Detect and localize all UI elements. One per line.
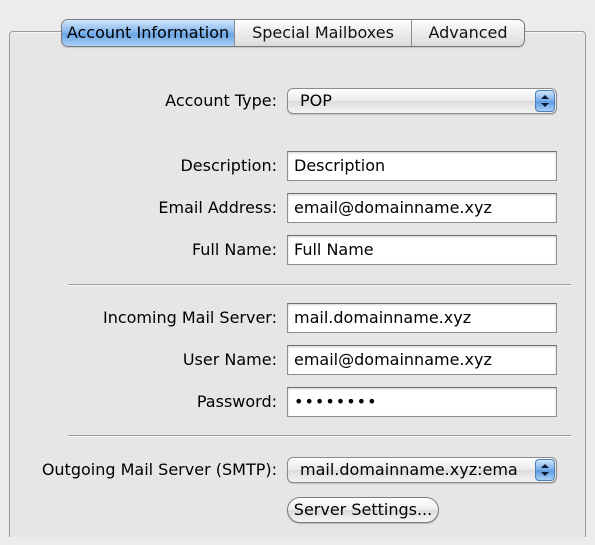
- outgoing-server-label: Outgoing Mail Server (SMTP):: [41, 460, 277, 479]
- outgoing-server-popup[interactable]: mail.domainname.xyz:ema: [287, 457, 557, 483]
- password-field[interactable]: ••••••••: [287, 387, 557, 417]
- tab-account-information[interactable]: Account Information: [62, 20, 234, 46]
- description-field[interactable]: Description: [287, 151, 557, 181]
- account-type-value: POP: [300, 91, 332, 110]
- email-address-field[interactable]: email@domainname.xyz: [287, 193, 557, 223]
- separator: [68, 435, 571, 437]
- outgoing-server-value: mail.domainname.xyz:ema: [300, 460, 518, 479]
- description-label: Description:: [180, 156, 277, 175]
- account-type-popup[interactable]: POP: [287, 88, 557, 114]
- account-type-label: Account Type:: [165, 91, 277, 110]
- tab-advanced[interactable]: Advanced: [411, 20, 524, 46]
- incoming-server-label: Incoming Mail Server:: [102, 308, 277, 327]
- server-settings-button[interactable]: Server Settings...: [287, 497, 439, 523]
- popup-arrows-icon: [535, 90, 555, 112]
- full-name-label: Full Name:: [191, 240, 277, 259]
- user-name-field[interactable]: email@domainname.xyz: [287, 345, 557, 375]
- incoming-server-field[interactable]: mail.domainname.xyz: [287, 303, 557, 333]
- popup-arrows-icon: [535, 459, 555, 481]
- separator: [68, 284, 571, 286]
- tab-bar: Account Information Special Mailboxes Ad…: [61, 19, 525, 47]
- email-address-label: Email Address:: [158, 198, 277, 217]
- password-label: Password:: [196, 392, 277, 411]
- window-bottom-edge: [0, 537, 595, 545]
- tab-special-mailboxes[interactable]: Special Mailboxes: [234, 20, 411, 46]
- user-name-label: User Name:: [182, 350, 277, 369]
- account-settings-window: Account Information Special Mailboxes Ad…: [0, 0, 595, 545]
- full-name-field[interactable]: Full Name: [287, 235, 557, 265]
